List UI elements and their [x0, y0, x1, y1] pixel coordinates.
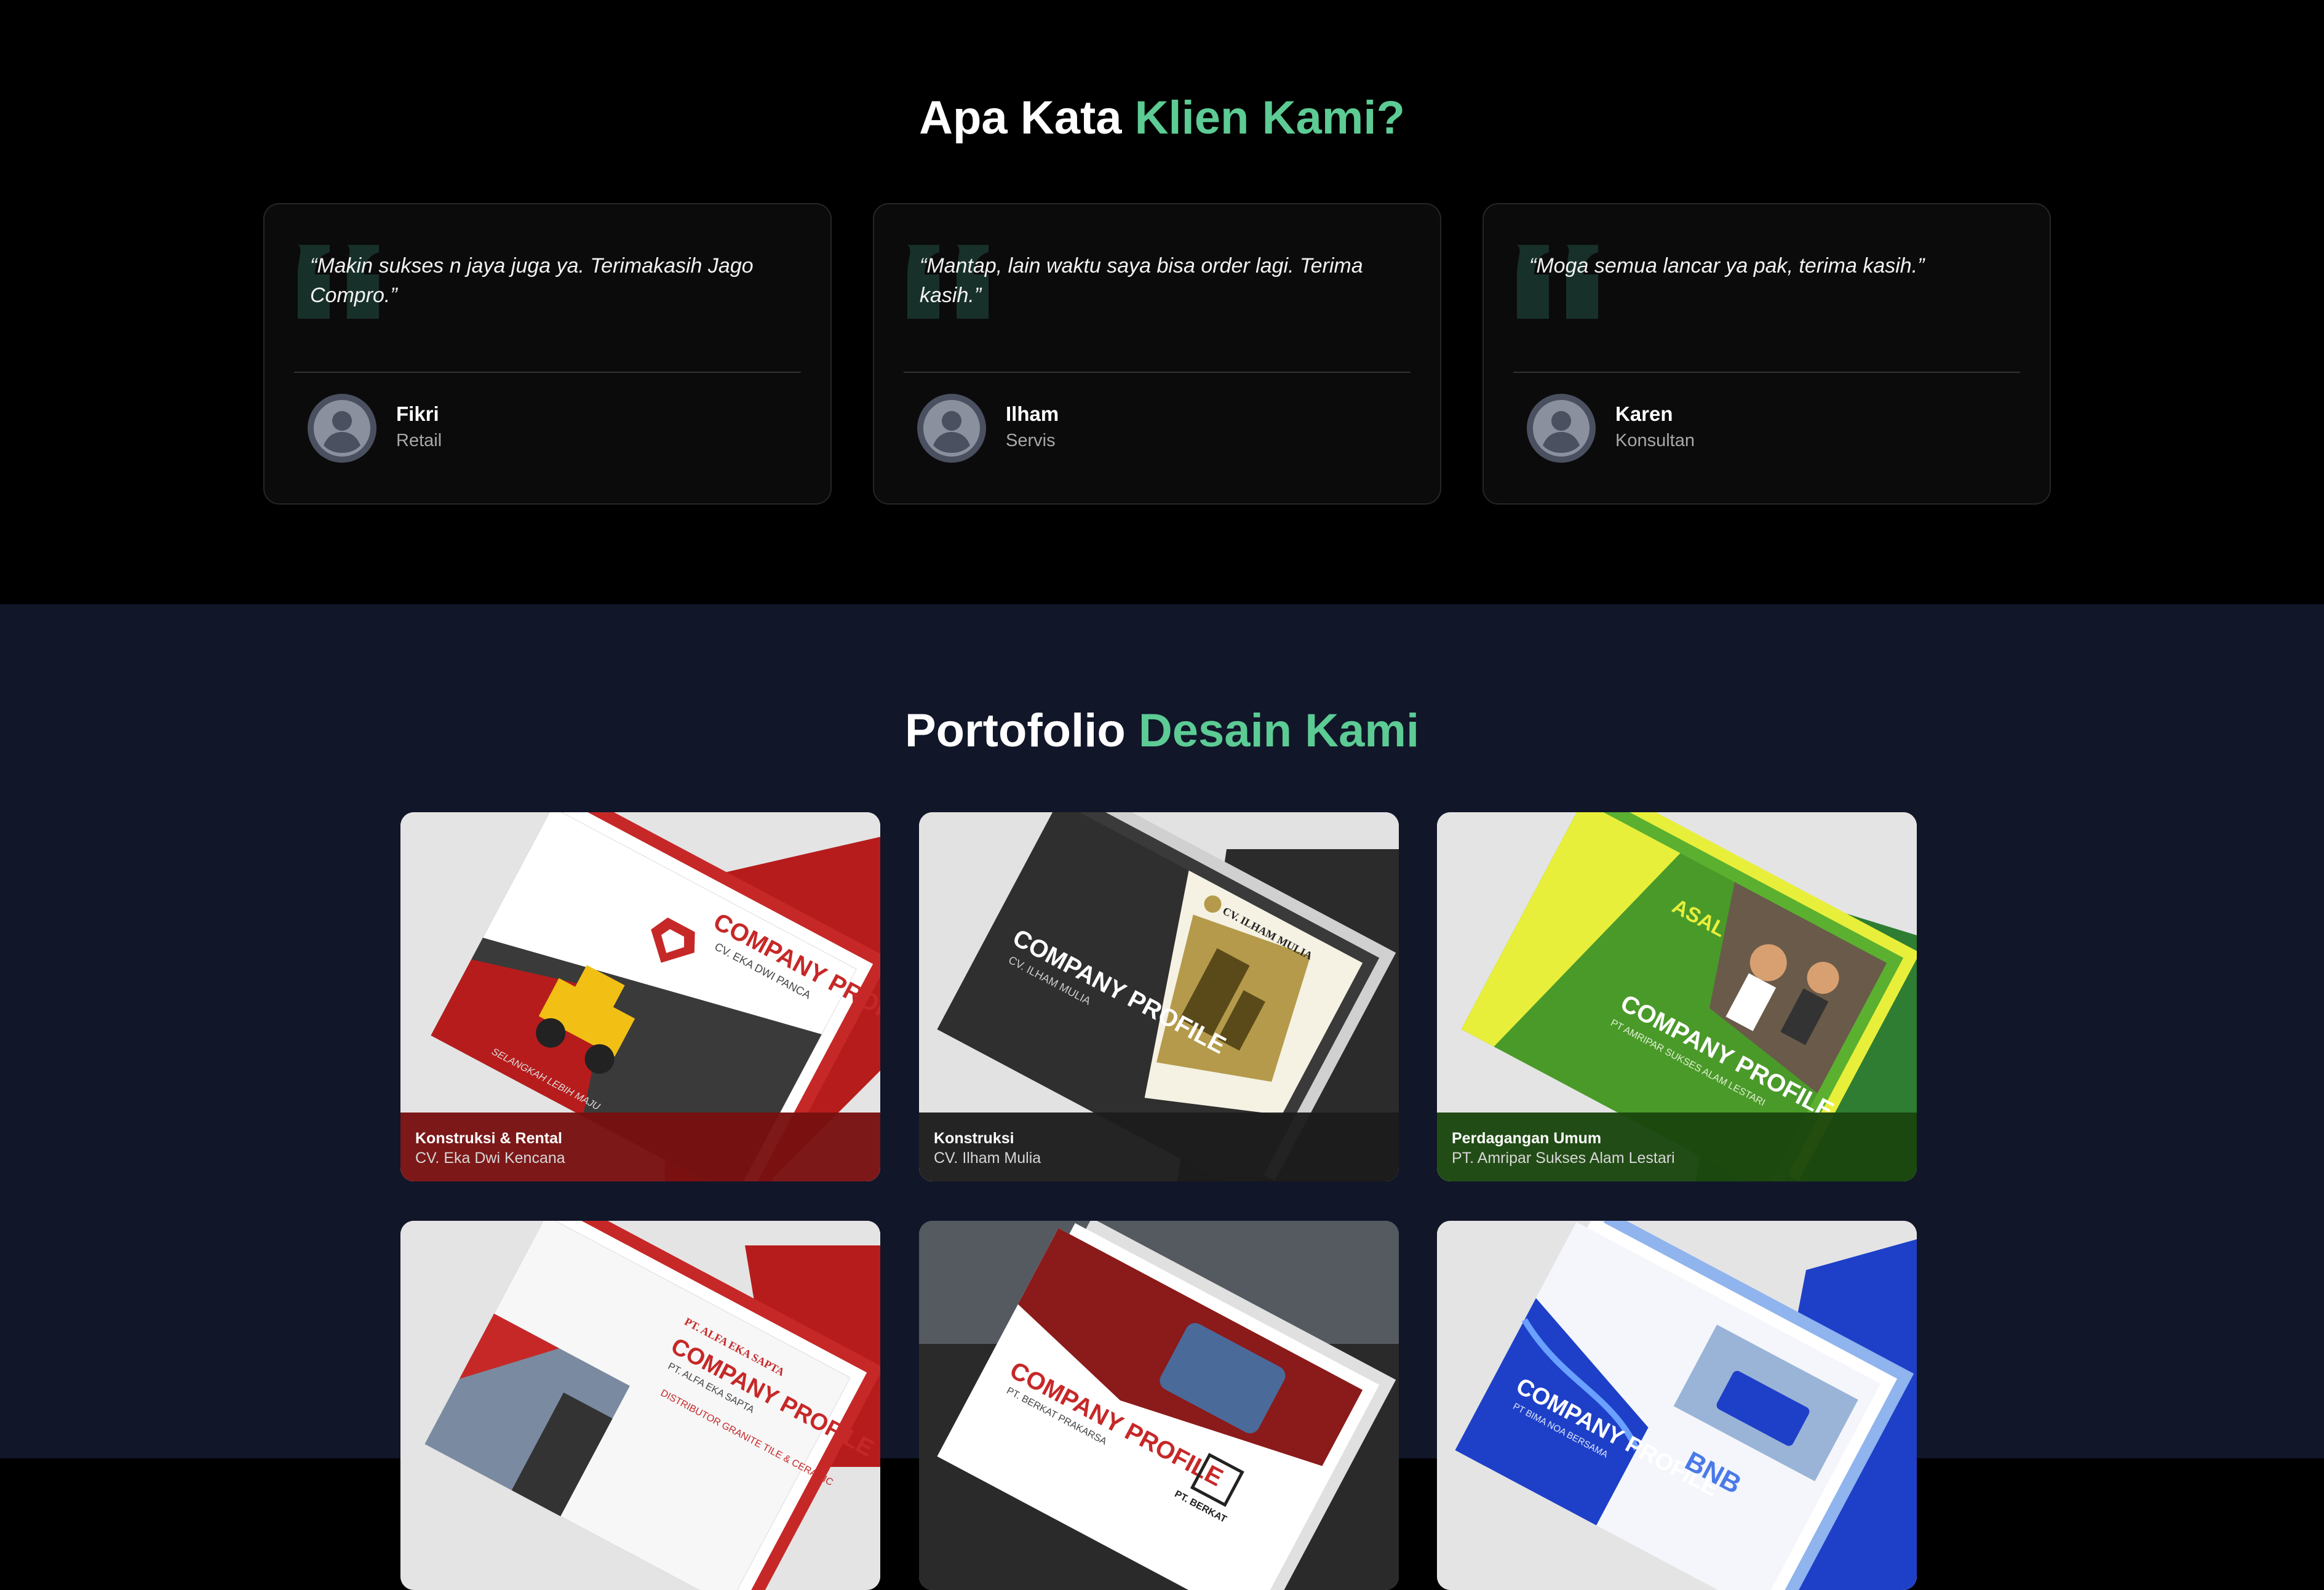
- client-name: Ilham: [1006, 402, 1059, 425]
- portfolio-client: CV. Ilham Mulia: [934, 1149, 1041, 1167]
- client-name: Karen: [1615, 402, 1673, 425]
- portfolio-thumbnail[interactable]: COMPANY PROFILE PT BIMA NOA BERSAMA BNB: [1437, 1221, 1917, 1590]
- user-icon: [1533, 400, 1590, 457]
- testimonial-quote: “Mantap, lain waktu saya bisa order lagi…: [920, 254, 1363, 307]
- portfolio-category: Perdagangan Umum: [1452, 1130, 1602, 1147]
- testimonial-quote: “Moga semua lancar ya pak, terima kasih.…: [1529, 254, 1925, 278]
- testimonial-card: “Mantap, lain waktu saya bisa order lagi…: [873, 203, 1441, 505]
- testimonials-section: Apa Kata Klien Kami? “Makin sukses n jay…: [0, 0, 2324, 604]
- portfolio-client: PT. Amripar Sukses Alam Lestari: [1452, 1149, 1675, 1167]
- portfolio-section: Portofolio Desain Kami COMPANY PROFILE C…: [0, 604, 2324, 1590]
- portfolio-thumbnail[interactable]: COMPANY PROFILE PT. BERKAT PRAKARSA PT. …: [919, 1221, 1399, 1590]
- portfolio-title-main: Portofolio: [904, 705, 1139, 757]
- client-role: Retail: [396, 431, 442, 450]
- testimonial-card: “Makin sukses n jaya juga ya. Terimakasi…: [263, 203, 832, 505]
- divider: [1513, 372, 2020, 373]
- avatar: [1527, 394, 1596, 463]
- divider: [294, 372, 801, 373]
- user-icon: [314, 400, 370, 457]
- portfolio-card[interactable]: COMPANY PROFILE CV. ILHAM MULIA CV. ILHA…: [919, 812, 1399, 1181]
- portfolio-card[interactable]: COMPANY PROFILE PT. BERKAT PRAKARSA PT. …: [919, 1221, 1399, 1590]
- portfolio-card[interactable]: COMPANY PROFILE CV. EKA DWI PANCA SELANG…: [400, 812, 880, 1181]
- avatar: [308, 394, 376, 463]
- portfolio-card[interactable]: PT. ALFA EKA SAPTA COMPANY PROFILE PT. A…: [400, 1221, 880, 1590]
- portfolio-caption: Perdagangan Umum PT. Amripar Sukses Alam…: [1437, 1113, 1917, 1181]
- testimonials-title-accent: Klien Kami?: [1134, 92, 1405, 144]
- client-name: Fikri: [396, 402, 439, 425]
- portfolio-card[interactable]: COMPANY PROFILE PT BIMA NOA BERSAMA BNB: [1437, 1221, 1917, 1590]
- portfolio-category: Konstruksi: [934, 1130, 1014, 1147]
- portfolio-client: CV. Eka Dwi Kencana: [415, 1149, 565, 1167]
- testimonials-title-main: Apa Kata: [919, 92, 1135, 144]
- avatar: [917, 394, 986, 463]
- portfolio-title-accent: Desain Kami: [1138, 705, 1420, 757]
- portfolio-title: Portofolio Desain Kami: [0, 704, 2324, 757]
- portfolio-thumbnail[interactable]: PT. ALFA EKA SAPTA COMPANY PROFILE PT. A…: [400, 1221, 880, 1590]
- testimonial-quote: “Makin sukses n jaya juga ya. Terimakasi…: [310, 254, 754, 307]
- user-icon: [923, 400, 980, 457]
- portfolio-caption: Konstruksi CV. Ilham Mulia: [919, 1113, 1399, 1181]
- testimonials-title: Apa Kata Klien Kami?: [0, 91, 2324, 145]
- client-role: Konsultan: [1615, 431, 1695, 450]
- testimonial-card: “Moga semua lancar ya pak, terima kasih.…: [1482, 203, 2051, 505]
- divider: [904, 372, 1411, 373]
- client-role: Servis: [1006, 431, 1056, 450]
- portfolio-caption: Konstruksi & Rental CV. Eka Dwi Kencana: [400, 1113, 880, 1181]
- portfolio-category: Konstruksi & Rental: [415, 1130, 562, 1147]
- portfolio-card[interactable]: ASAL COMPANY PROFILE PT AMRIPAR SUKSES A…: [1437, 812, 1917, 1181]
